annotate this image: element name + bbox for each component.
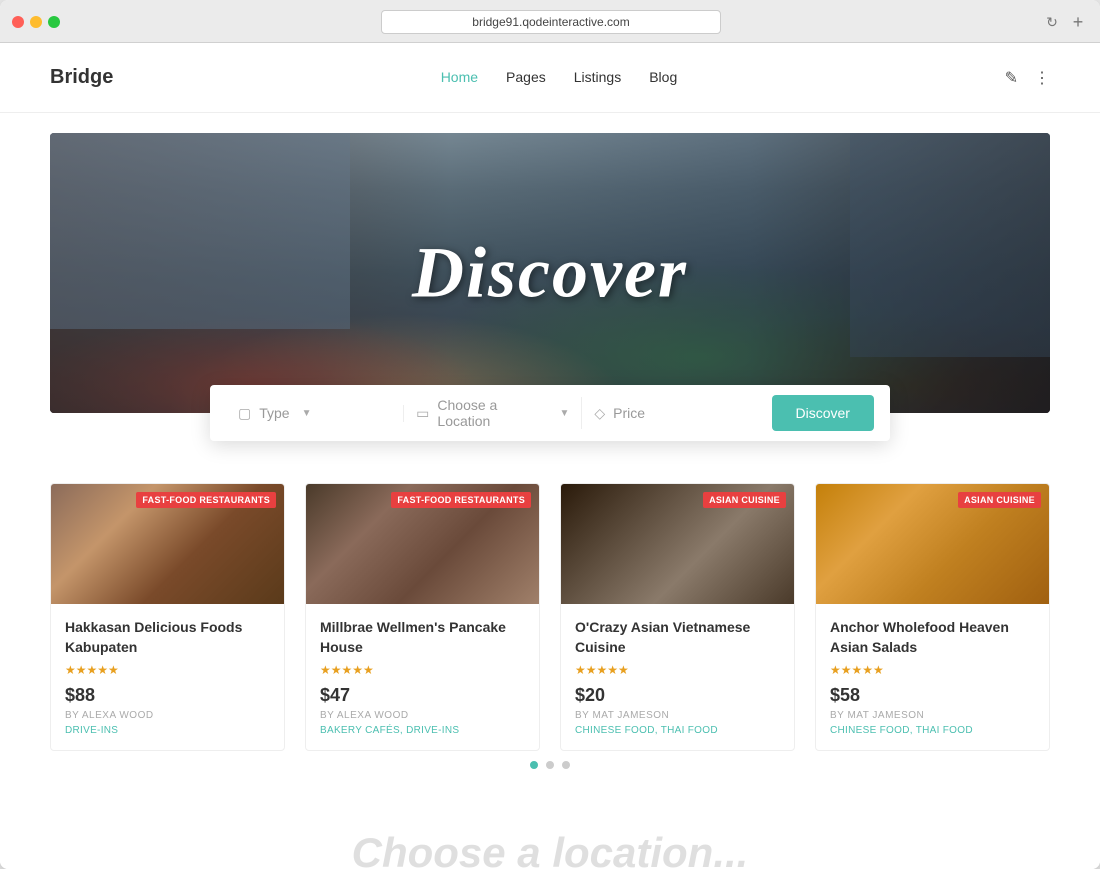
site-logo: Bridge: [50, 66, 113, 89]
card-title-1: Hakkasan Delicious Foods Kabupaten: [65, 618, 270, 657]
pagination-dot-3[interactable]: [562, 761, 570, 769]
card-body-3: O'Crazy Asian Vietnamese Cuisine ★★★★★ $…: [561, 604, 794, 750]
card-body-1: Hakkasan Delicious Foods Kabupaten ★★★★★…: [51, 604, 284, 750]
browser-actions: ↻ +: [1042, 12, 1088, 32]
browser-chrome: ↻ +: [0, 0, 1100, 43]
bottom-section: Choose a location...: [0, 819, 1100, 869]
nav-home[interactable]: Home: [441, 69, 478, 85]
listing-card: FAST-FOOD RESTAURANTS Millbrae Wellmen's…: [305, 483, 540, 751]
card-tags-2[interactable]: BAKERY CAFÉS, DRIVE-INS: [320, 725, 525, 736]
card-stars-3: ★★★★★: [575, 663, 780, 677]
card-title-2: Millbrae Wellmen's Pancake House: [320, 618, 525, 657]
nav-listings[interactable]: Listings: [574, 69, 621, 85]
hero-section: Discover ▢ Type ▼ ▭ Choose a Location ▼ …: [50, 133, 1050, 413]
location-label: Choose a Location: [437, 397, 547, 429]
nav-links: Home Pages Listings Blog: [441, 69, 678, 87]
traffic-lights: [12, 16, 60, 28]
pagination-dot-1[interactable]: [530, 761, 538, 769]
discover-button[interactable]: Discover: [772, 395, 874, 431]
nav-pages[interactable]: Pages: [506, 69, 546, 85]
card-badge-1: FAST-FOOD RESTAURANTS: [136, 492, 276, 508]
hero-title: Discover: [412, 232, 688, 315]
close-button[interactable]: [12, 16, 24, 28]
browser-window: ↻ + Bridge Home Pages Listings Blog ✎ ⋮: [0, 0, 1100, 869]
card-badge-2: FAST-FOOD RESTAURANTS: [391, 492, 531, 508]
new-tab-button[interactable]: +: [1068, 12, 1088, 32]
building-left: [50, 133, 350, 329]
pagination-dots: [50, 751, 1050, 789]
user-icon[interactable]: ✎: [1005, 68, 1018, 88]
card-image-4: ASIAN CUISINE: [816, 484, 1049, 604]
navigation: Bridge Home Pages Listings Blog ✎ ⋮: [0, 43, 1100, 113]
type-field[interactable]: ▢ Type ▼: [226, 405, 404, 422]
card-image-2: FAST-FOOD RESTAURANTS: [306, 484, 539, 604]
location-icon: ▭: [416, 405, 429, 422]
hero-image: Discover: [50, 133, 1050, 413]
card-body-4: Anchor Wholefood Heaven Asian Salads ★★★…: [816, 604, 1049, 750]
address-bar: [70, 10, 1032, 34]
price-field[interactable]: ◇ Price: [582, 405, 759, 422]
card-badge-4: ASIAN CUISINE: [958, 492, 1041, 508]
card-author-1: BY ALEXA WOOD: [65, 710, 270, 721]
card-stars-4: ★★★★★: [830, 663, 1035, 677]
price-icon: ◇: [594, 405, 605, 422]
location-chevron: ▼: [559, 408, 569, 419]
nav-icons: ✎ ⋮: [1005, 68, 1050, 88]
search-bar: ▢ Type ▼ ▭ Choose a Location ▼ ◇ Price D…: [210, 385, 890, 441]
listing-card: FAST-FOOD RESTAURANTS Hakkasan Delicious…: [50, 483, 285, 751]
url-input[interactable]: [381, 10, 721, 34]
minimize-button[interactable]: [30, 16, 42, 28]
card-stars-1: ★★★★★: [65, 663, 270, 677]
card-title-3: O'Crazy Asian Vietnamese Cuisine: [575, 618, 780, 657]
card-stars-2: ★★★★★: [320, 663, 525, 677]
card-price-2: $47: [320, 685, 525, 706]
card-image-3: ASIAN CUISINE: [561, 484, 794, 604]
card-price-3: $20: [575, 685, 780, 706]
listing-card: ASIAN CUISINE Anchor Wholefood Heaven As…: [815, 483, 1050, 751]
card-tags-3[interactable]: CHINESE FOOD, THAI FOOD: [575, 725, 780, 736]
card-tags-1[interactable]: DRIVE-INS: [65, 725, 270, 736]
card-author-2: BY ALEXA WOOD: [320, 710, 525, 721]
pagination-dot-2[interactable]: [546, 761, 554, 769]
listing-card: ASIAN CUISINE O'Crazy Asian Vietnamese C…: [560, 483, 795, 751]
grid-icon[interactable]: ⋮: [1034, 68, 1050, 88]
listings-grid: FAST-FOOD RESTAURANTS Hakkasan Delicious…: [50, 483, 1050, 751]
card-body-2: Millbrae Wellmen's Pancake House ★★★★★ $…: [306, 604, 539, 750]
website-content: Bridge Home Pages Listings Blog ✎ ⋮: [0, 43, 1100, 869]
type-icon: ▢: [238, 405, 251, 422]
listings-section: FAST-FOOD RESTAURANTS Hakkasan Delicious…: [0, 413, 1100, 819]
nav-blog[interactable]: Blog: [649, 69, 677, 85]
card-image-1: FAST-FOOD RESTAURANTS: [51, 484, 284, 604]
card-title-4: Anchor Wholefood Heaven Asian Salads: [830, 618, 1035, 657]
type-chevron: ▼: [302, 408, 312, 419]
card-tags-4[interactable]: CHINESE FOOD, THAI FOOD: [830, 725, 1035, 736]
building-right: [850, 133, 1050, 357]
card-badge-3: ASIAN CUISINE: [703, 492, 786, 508]
card-author-4: BY MAT JAMESON: [830, 710, 1035, 721]
card-author-3: BY MAT JAMESON: [575, 710, 780, 721]
location-field[interactable]: ▭ Choose a Location ▼: [404, 397, 582, 429]
card-price-1: $88: [65, 685, 270, 706]
bottom-heading: Choose a location...: [50, 829, 1050, 869]
card-price-4: $58: [830, 685, 1035, 706]
price-label: Price: [613, 405, 645, 421]
maximize-button[interactable]: [48, 16, 60, 28]
type-label: Type: [259, 405, 289, 421]
refresh-button[interactable]: ↻: [1042, 12, 1062, 32]
